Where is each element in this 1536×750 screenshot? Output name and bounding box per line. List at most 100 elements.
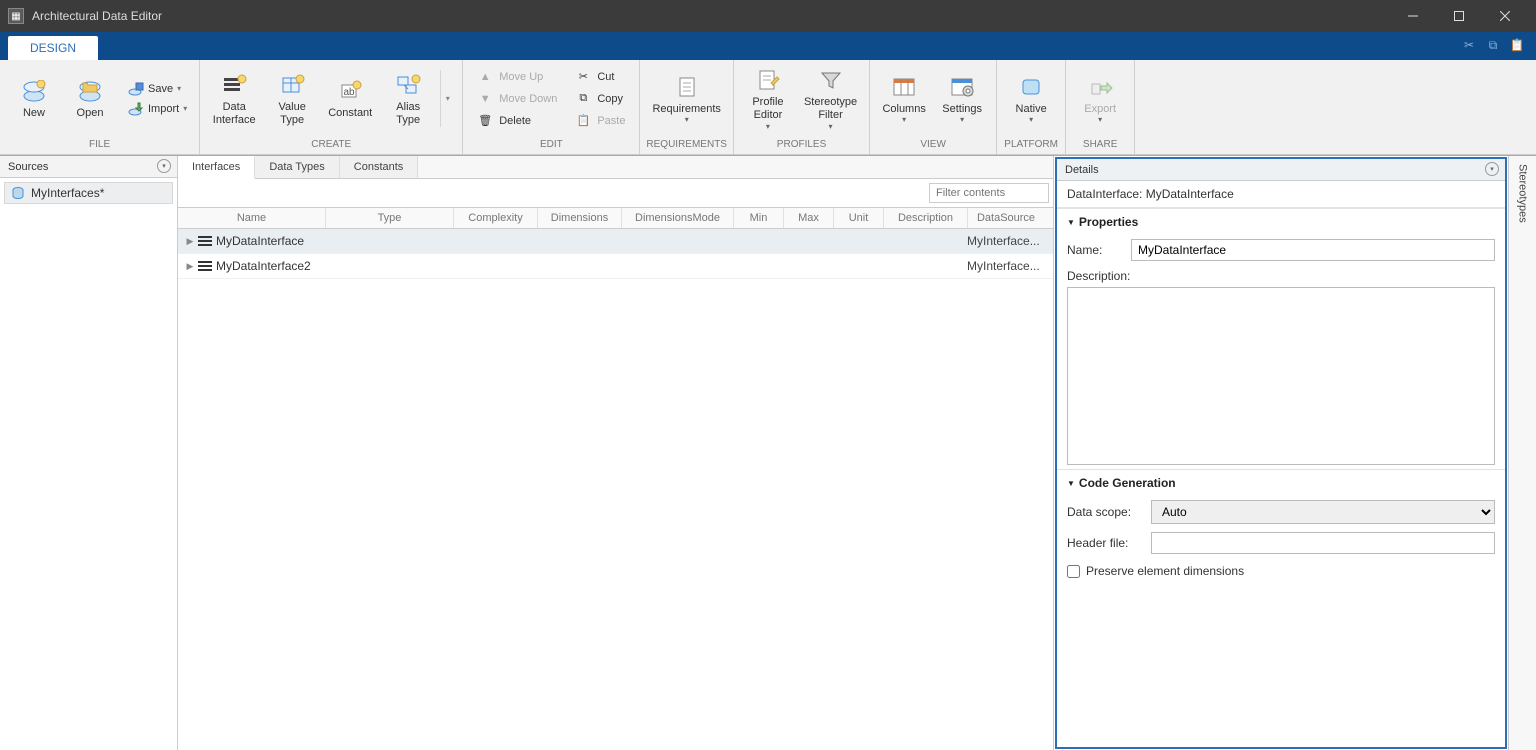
col-unit[interactable]: Unit bbox=[834, 208, 884, 228]
section-properties[interactable]: ▼ Properties bbox=[1057, 208, 1505, 235]
constant-button[interactable]: ab Constant bbox=[324, 75, 376, 122]
move-down-button[interactable]: ▼Move Down bbox=[471, 89, 563, 109]
preserve-dimensions-label: Preserve element dimensions bbox=[1086, 564, 1244, 578]
cut-button[interactable]: ✂Cut bbox=[569, 67, 631, 87]
tab-interfaces[interactable]: Interfaces bbox=[178, 156, 255, 179]
source-item-label: MyInterfaces* bbox=[31, 186, 104, 200]
export-button[interactable]: Export ▾ bbox=[1074, 71, 1126, 127]
paste-button[interactable]: 📋Paste bbox=[569, 111, 631, 131]
stereotype-filter-button[interactable]: Stereotype Filter ▾ bbox=[800, 64, 861, 132]
svg-text:ab: ab bbox=[344, 87, 356, 98]
import-button[interactable]: Import▾ bbox=[124, 100, 191, 118]
settings-button[interactable]: Settings ▾ bbox=[936, 71, 988, 127]
close-icon bbox=[1500, 11, 1510, 21]
details-header: Details ▾ bbox=[1057, 159, 1505, 181]
profile-editor-icon bbox=[754, 66, 782, 94]
details-options-button[interactable]: ▾ bbox=[1485, 162, 1499, 176]
native-button[interactable]: Native ▾ bbox=[1005, 71, 1057, 127]
ribbon-group-profiles: Profile Editor ▾ Stereotype Filter ▾ PRO… bbox=[734, 60, 870, 154]
profile-editor-button[interactable]: Profile Editor ▾ bbox=[742, 64, 794, 132]
delete-button[interactable]: 🗑Delete bbox=[471, 111, 563, 131]
open-icon bbox=[76, 77, 104, 105]
move-up-button[interactable]: ▲Move Up bbox=[471, 67, 563, 87]
col-min[interactable]: Min bbox=[734, 208, 784, 228]
section-codegen[interactable]: ▼ Code Generation bbox=[1057, 469, 1505, 496]
interface-icon bbox=[196, 260, 214, 272]
ribbon: New Open Save▾ Import▾ FILE bbox=[0, 60, 1536, 155]
col-datasource[interactable]: DataSource bbox=[968, 208, 1044, 228]
name-label: Name: bbox=[1067, 243, 1123, 257]
collapse-icon: ▼ bbox=[1067, 218, 1075, 227]
details-breadcrumb: DataInterface: MyDataInterface bbox=[1057, 181, 1505, 208]
row-expander[interactable]: ▶ bbox=[178, 236, 196, 247]
source-item[interactable]: MyInterfaces* bbox=[4, 182, 173, 204]
preserve-dimensions-checkbox[interactable] bbox=[1067, 565, 1080, 578]
center-tabs: Interfaces Data Types Constants bbox=[178, 156, 1053, 179]
copy-button[interactable]: ⧉Copy bbox=[569, 89, 631, 109]
maximize-button[interactable] bbox=[1436, 0, 1482, 32]
value-type-button[interactable]: Value Type bbox=[266, 69, 318, 128]
data-scope-select[interactable]: Auto bbox=[1151, 500, 1495, 524]
export-icon bbox=[1086, 73, 1114, 101]
requirements-icon bbox=[673, 73, 701, 101]
sources-panel: Sources ▾ MyInterfaces* bbox=[0, 156, 178, 750]
name-field[interactable] bbox=[1131, 239, 1495, 261]
center-panel: Interfaces Data Types Constants Name Typ… bbox=[178, 156, 1054, 750]
ribbon-tab-design[interactable]: DESIGN bbox=[8, 36, 98, 60]
col-dimensions[interactable]: Dimensions bbox=[538, 208, 622, 228]
sources-options-button[interactable]: ▾ bbox=[157, 159, 171, 173]
col-description[interactable]: Description bbox=[884, 208, 968, 228]
value-type-icon bbox=[278, 71, 306, 99]
qat-paste-icon[interactable]: 📋 bbox=[1508, 36, 1526, 54]
col-type[interactable]: Type bbox=[326, 208, 454, 228]
ribbon-group-view: Columns ▾ Settings ▾ VIEW bbox=[870, 60, 997, 154]
table-row[interactable]: ▶ MyDataInterface2 MyInterface... bbox=[178, 254, 1053, 279]
delete-icon: 🗑 bbox=[477, 113, 493, 129]
interface-icon bbox=[196, 235, 214, 247]
description-label: Description: bbox=[1067, 269, 1130, 283]
minimize-icon bbox=[1408, 11, 1418, 21]
save-button[interactable]: Save▾ bbox=[124, 80, 191, 98]
col-name[interactable]: Name bbox=[178, 208, 326, 228]
app-icon: ▦ bbox=[8, 8, 24, 24]
table-row[interactable]: ▶ MyDataInterface MyInterface... bbox=[178, 229, 1053, 254]
paste-icon: 📋 bbox=[575, 113, 591, 129]
create-overflow-button[interactable]: ▾ bbox=[440, 70, 454, 127]
ribbon-group-share: Export ▾ SHARE bbox=[1066, 60, 1135, 154]
settings-icon bbox=[948, 73, 976, 101]
new-button[interactable]: New bbox=[8, 75, 60, 122]
close-button[interactable] bbox=[1482, 0, 1528, 32]
copy-icon: ⧉ bbox=[575, 91, 591, 107]
quick-access-toolbar: ✂ ⧉ 📋 bbox=[1460, 36, 1526, 54]
row-name: MyDataInterface2 bbox=[214, 259, 326, 273]
row-expander[interactable]: ▶ bbox=[178, 261, 196, 272]
native-icon bbox=[1017, 73, 1045, 101]
grid-header: Name Type Complexity Dimensions Dimensio… bbox=[178, 207, 1053, 229]
col-dimensions-mode[interactable]: DimensionsMode bbox=[622, 208, 734, 228]
alias-type-button[interactable]: Alias Type bbox=[382, 69, 434, 128]
save-icon bbox=[128, 81, 144, 97]
tab-data-types[interactable]: Data Types bbox=[255, 156, 339, 178]
ribbon-tab-strip: DESIGN ✂ ⧉ 📋 bbox=[0, 32, 1536, 60]
description-field[interactable] bbox=[1067, 287, 1495, 465]
columns-button[interactable]: Columns ▾ bbox=[878, 71, 930, 127]
columns-icon bbox=[890, 73, 918, 101]
sources-tree: MyInterfaces* bbox=[0, 178, 177, 750]
database-icon bbox=[11, 186, 25, 200]
open-button[interactable]: Open bbox=[64, 75, 116, 122]
header-file-field[interactable] bbox=[1151, 532, 1495, 554]
stereotypes-tab[interactable]: Stereotypes bbox=[1508, 156, 1536, 750]
minimize-button[interactable] bbox=[1390, 0, 1436, 32]
cut-icon: ✂ bbox=[575, 69, 591, 85]
col-complexity[interactable]: Complexity bbox=[454, 208, 538, 228]
data-interface-button[interactable]: Data Interface bbox=[208, 69, 260, 128]
qat-copy-icon[interactable]: ⧉ bbox=[1484, 36, 1502, 54]
tab-constants[interactable]: Constants bbox=[340, 156, 419, 178]
col-max[interactable]: Max bbox=[784, 208, 834, 228]
qat-cut-icon[interactable]: ✂ bbox=[1460, 36, 1478, 54]
workspace: Sources ▾ MyInterfaces* Interfaces Data … bbox=[0, 155, 1536, 750]
requirements-button[interactable]: Requirements ▾ bbox=[648, 71, 724, 127]
row-datasource: MyInterface... bbox=[967, 234, 1053, 248]
ribbon-group-edit: ▲Move Up ▼Move Down 🗑Delete ✂Cut ⧉Copy 📋… bbox=[463, 60, 640, 154]
filter-input[interactable] bbox=[929, 183, 1049, 203]
